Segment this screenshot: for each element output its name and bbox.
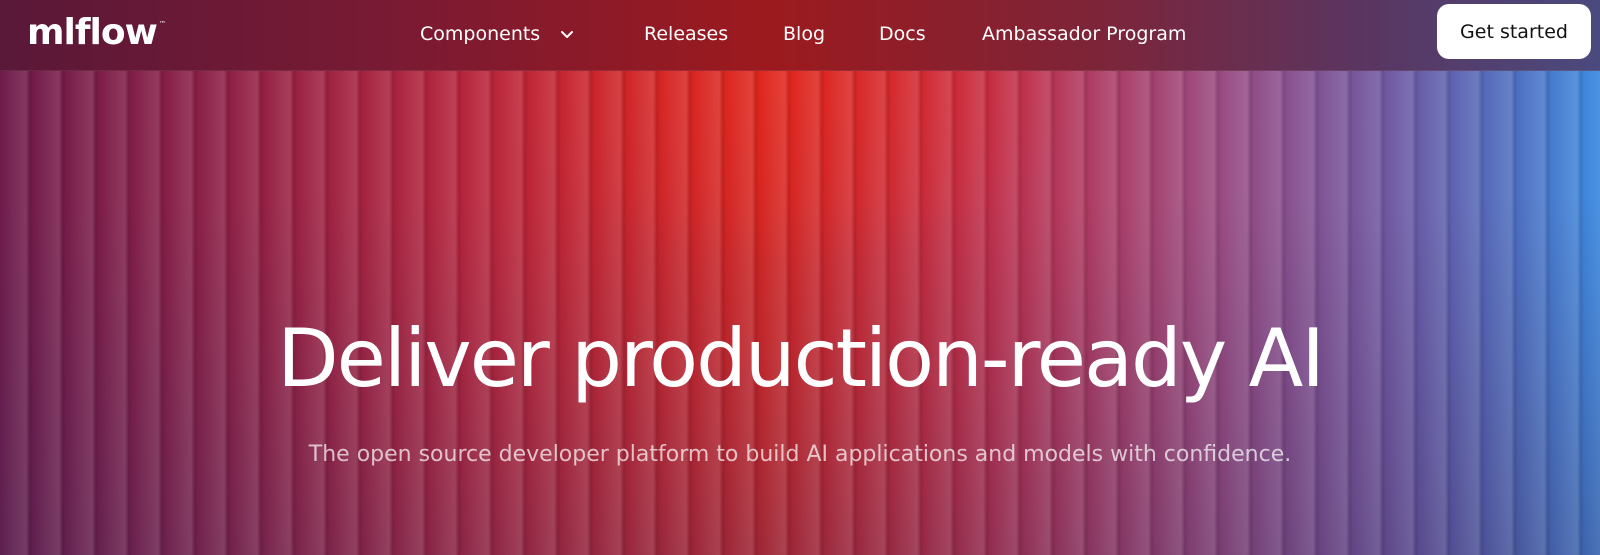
hero-subtitle: The open source developer platform to bu… — [308, 442, 1292, 467]
nav-item-releases[interactable]: Releases — [644, 19, 728, 49]
get-started-button[interactable]: Get started — [1437, 4, 1591, 59]
page: mlflow ™ Components Releases Blog Docs A… — [0, 0, 1600, 555]
chevron-down-icon[interactable] — [559, 26, 575, 42]
background-glow — [0, 0, 1600, 555]
nav-item-blog[interactable]: Blog — [783, 19, 825, 49]
nav-item-components[interactable]: Components — [420, 19, 575, 49]
nav-links: Components Releases Blog Docs Ambassador… — [0, 0, 1600, 70]
navbar: mlflow ™ Components Releases Blog Docs A… — [0, 0, 1600, 71]
hero-title: Deliver production-ready AI — [277, 312, 1325, 405]
nav-item-docs[interactable]: Docs — [879, 19, 926, 49]
nav-item-label: Components — [420, 23, 541, 45]
nav-item-ambassador-program[interactable]: Ambassador Program — [982, 19, 1186, 49]
